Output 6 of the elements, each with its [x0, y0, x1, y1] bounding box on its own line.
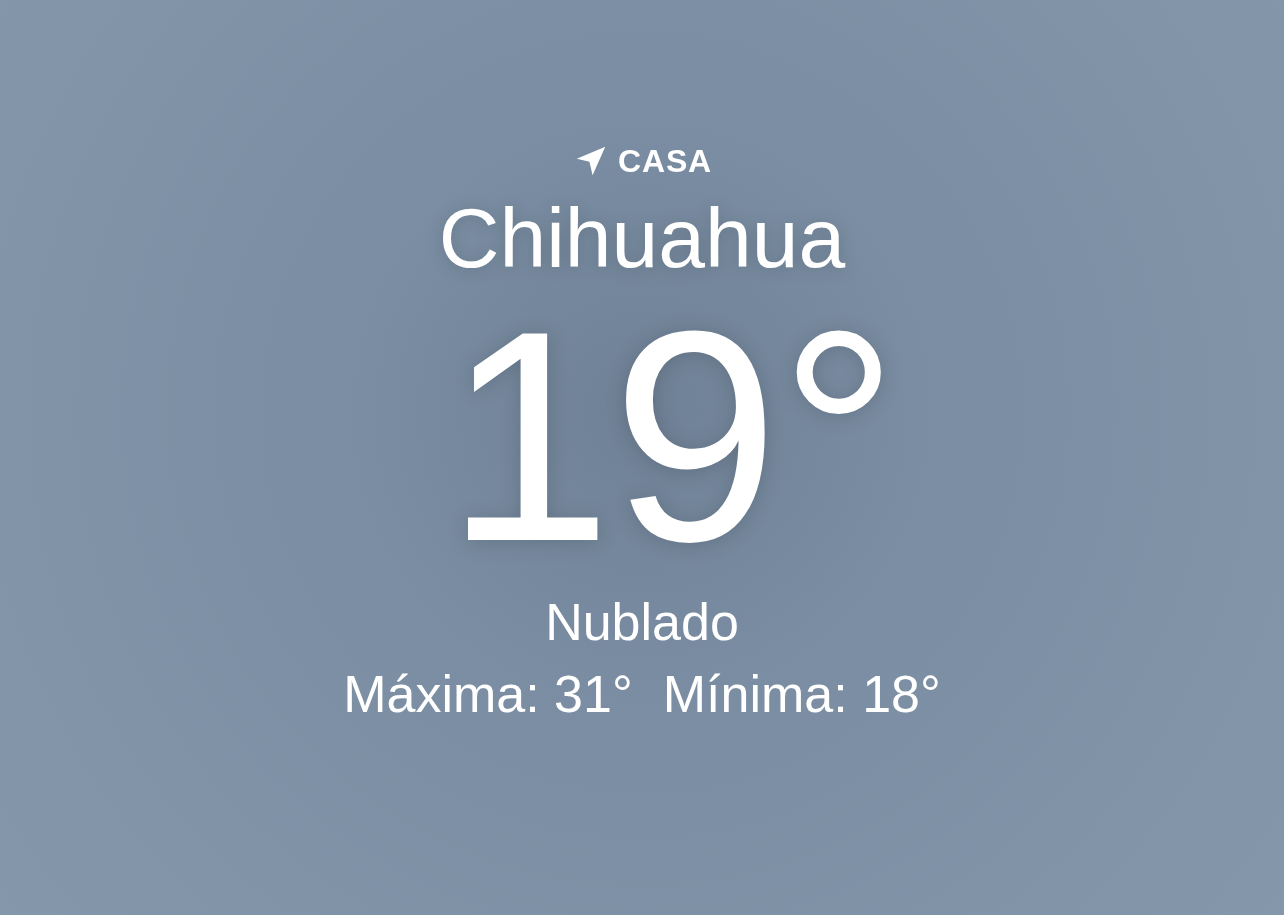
low-temperature: Mínima: 18°	[662, 668, 941, 720]
location-label: CASA	[618, 145, 712, 177]
high-temperature: Máxima: 31°	[343, 668, 633, 720]
weather-condition: Nublado	[545, 596, 739, 648]
city-name: Chihuahua	[438, 196, 846, 280]
current-temperature: 19°	[444, 286, 899, 586]
